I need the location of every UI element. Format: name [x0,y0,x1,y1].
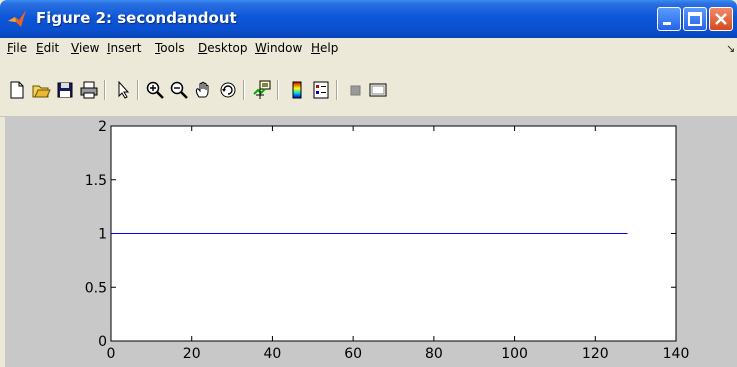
x-tick-label: 20 [183,346,201,362]
x-tick-label: 120 [582,346,609,362]
x-tick-label: 100 [501,346,528,362]
plot-area[interactable]: 0 20 40 60 80 100 120 140 0 0.5 1 1.5 2 [0,0,737,367]
y-tick-label: 0.5 [85,280,107,296]
y-tick-label: 1.5 [85,173,107,189]
y-tick-label: 1 [98,227,107,243]
y-tick-label: 2 [98,119,107,135]
figure-window: Figure 2: secondandout File Edit View In… [0,0,737,367]
x-tick-label: 40 [264,346,282,362]
x-tick-label: 140 [663,346,690,362]
x-tick-label: 60 [344,346,362,362]
x-tick-label: 0 [107,346,116,362]
x-tick-label: 80 [425,346,443,362]
y-tick-label: 0 [98,334,107,350]
